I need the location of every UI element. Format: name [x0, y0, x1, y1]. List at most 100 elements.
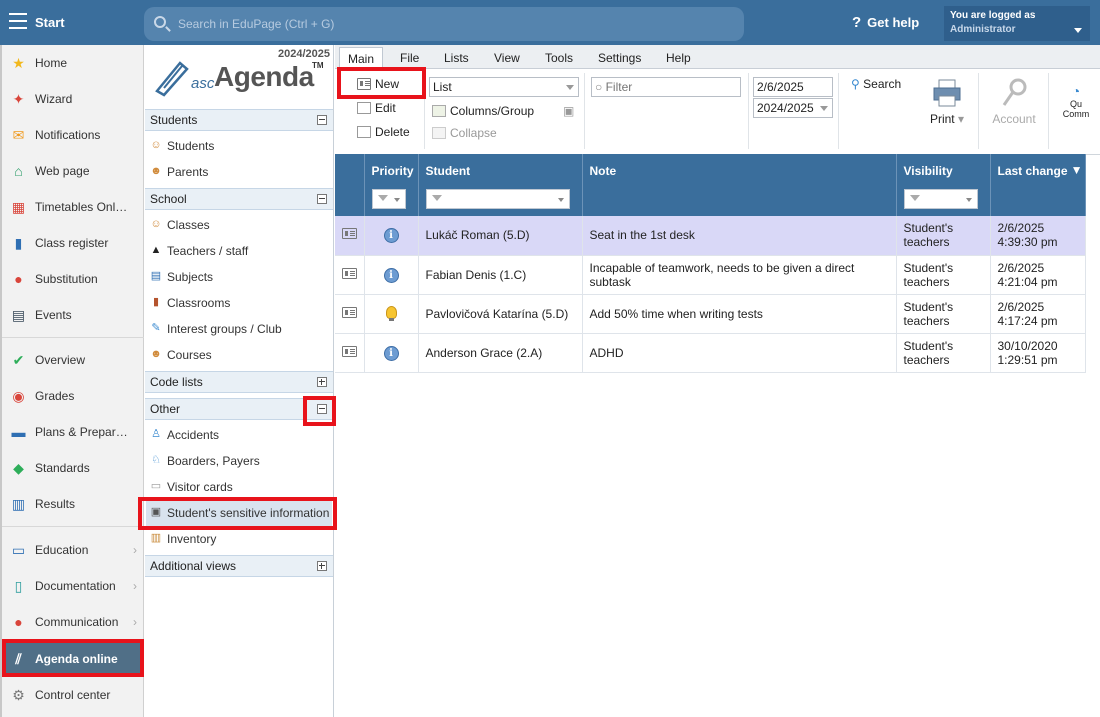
help-button[interactable]: ? Get help	[852, 14, 919, 31]
panel-item-interest-groups[interactable]: ✎ Interest groups / Club	[146, 316, 332, 342]
school-year-select[interactable]: 2024/2025	[753, 98, 833, 118]
panel-item-courses[interactable]: ☻ Courses	[146, 342, 332, 368]
date-field[interactable]: 2/6/2025	[753, 77, 833, 97]
note-cell: Add 50% time when writing tests	[582, 294, 897, 334]
quick-command-button[interactable]: ◔ Qu Comm	[1057, 83, 1095, 119]
column-note-header[interactable]: Note	[582, 154, 897, 216]
columns-group-button[interactable]: Columns/Group	[432, 104, 534, 118]
print-button[interactable]: Print ▾	[925, 77, 969, 126]
inventory-icon: ▥	[150, 532, 162, 544]
filter-box[interactable]: ○	[591, 77, 741, 97]
edit-icon	[357, 102, 371, 114]
panel-item-boarders[interactable]: ♘ Boarders, Payers	[146, 448, 332, 474]
column-visibility-header[interactable]: Visibility	[896, 154, 991, 216]
chevron-down-icon	[1074, 28, 1082, 33]
grades-icon: ◉	[12, 388, 25, 404]
priority-cell: i	[364, 255, 419, 295]
table-row[interactable]: i Anderson Grace (2.A) ADHD Student's tea…	[335, 333, 1086, 373]
nav-item-agenda-online[interactable]: ⫽ Agenda online	[2, 641, 144, 677]
start-title[interactable]: Start	[35, 15, 65, 30]
table-row[interactable]: i Fabian Denis (1.C) Incapable of teamwo…	[335, 255, 1086, 295]
filter-input[interactable]	[605, 80, 731, 94]
nav-item-substitution[interactable]: ● Substitution	[2, 261, 144, 297]
menu-view[interactable]: View	[494, 51, 520, 65]
nav-item-notifications[interactable]: ✉ Notifications	[2, 117, 144, 153]
expand-icon[interactable]	[317, 377, 327, 387]
nav-item-home[interactable]: ★ Home	[2, 45, 144, 81]
nav-item-education[interactable]: ▭ Education ›	[2, 532, 144, 568]
save-view-icon[interactable]: ▣	[563, 104, 574, 118]
panel-item-parents[interactable]: ☻ Parents	[146, 159, 332, 185]
section-school[interactable]: School	[145, 188, 333, 210]
search-button[interactable]: ⚲ Search	[851, 77, 901, 91]
visibility-filter[interactable]	[903, 189, 978, 209]
view-select[interactable]: List	[429, 77, 579, 97]
last-change-cell: 2/6/2025 4:17:24 pm	[990, 294, 1086, 334]
nav-item-results[interactable]: ▥ Results	[2, 486, 144, 522]
info-icon: i	[383, 228, 399, 244]
nav-item-plans[interactable]: ▬ Plans & Prepar…	[2, 414, 144, 450]
student-cell: Anderson Grace (2.A)	[418, 333, 583, 373]
delete-button[interactable]: Delete	[357, 125, 410, 139]
nav-item-timetables[interactable]: ▦ Timetables Onl…	[2, 189, 144, 225]
search-input[interactable]	[178, 15, 718, 33]
section-additional-views[interactable]: Additional views	[145, 555, 333, 577]
left-navigation: ★ Home ✦ Wizard ✉ Notifications ⌂ Web page ▦…	[0, 45, 144, 717]
student-filter[interactable]	[425, 189, 570, 209]
column-priority-header[interactable]: Priority	[364, 154, 419, 216]
nav-item-standards[interactable]: ◆ Standards	[2, 450, 144, 486]
nav-item-overview[interactable]: ✔ Overview	[2, 342, 144, 378]
menu-help[interactable]: Help	[666, 51, 691, 65]
panel-item-students[interactable]: ☺ Students	[146, 133, 332, 159]
collapse-icon[interactable]	[317, 194, 327, 204]
table-row[interactable]: Pavlovičová Katarína (5.D) Add 50% time …	[335, 294, 1086, 334]
global-search[interactable]	[144, 7, 744, 41]
menu-file[interactable]: File	[400, 51, 419, 65]
nav-item-wizard[interactable]: ✦ Wizard	[2, 81, 144, 117]
menu-lists[interactable]: Lists	[444, 51, 469, 65]
user-account-menu[interactable]: You are logged as Administrator	[944, 6, 1090, 41]
collapse-button[interactable]: Collapse	[432, 126, 497, 140]
menu-settings[interactable]: Settings	[598, 51, 641, 65]
nav-item-web-page[interactable]: ⌂ Web page	[2, 153, 144, 189]
priority-filter[interactable]	[371, 189, 406, 209]
expand-icon[interactable]	[317, 561, 327, 571]
chevron-right-icon: ›	[133, 543, 137, 557]
key-icon	[1002, 78, 1027, 106]
panel-item-classes[interactable]: ☺ Classes	[146, 212, 332, 238]
panel-item-inventory[interactable]: ▥ Inventory	[146, 526, 332, 552]
column-student-header[interactable]: Student	[418, 154, 583, 216]
nav-item-class-register[interactable]: ▮ Class register	[2, 225, 144, 261]
panel-item-classrooms[interactable]: ▮ Classrooms	[146, 290, 332, 316]
edit-button[interactable]: Edit	[357, 101, 396, 115]
logged-as-label: You are logged as	[950, 10, 1036, 21]
hamburger-menu-icon[interactable]	[9, 13, 27, 29]
panel-item-visitor-cards[interactable]: ▭ Visitor cards	[146, 474, 332, 500]
nav-divider	[2, 526, 144, 527]
panel-item-teachers[interactable]: ▲ Teachers / staff	[146, 238, 332, 264]
column-last-change-header[interactable]: Last change ▼	[990, 154, 1086, 216]
menu-main[interactable]: Main	[339, 47, 384, 69]
nav-item-grades[interactable]: ◉ Grades	[2, 378, 144, 414]
panel-item-subjects[interactable]: ▤ Subjects	[146, 264, 332, 290]
delete-icon	[357, 126, 371, 138]
chevron-right-icon: ›	[133, 579, 137, 593]
account-button[interactable]: Account	[990, 77, 1038, 126]
dropdown-arrow-icon	[820, 106, 828, 111]
parents-icon: ☻	[150, 165, 162, 177]
section-code-lists[interactable]: Code lists	[145, 371, 333, 393]
section-other[interactable]: Other	[145, 398, 333, 420]
panel-item-sensitive-info[interactable]: ▣ Student's sensitive information	[146, 500, 332, 526]
nav-item-communication[interactable]: ● Communication ›	[2, 604, 144, 640]
new-button[interactable]: New	[357, 77, 399, 91]
collapse-icon[interactable]	[317, 115, 327, 125]
section-students[interactable]: Students	[145, 109, 333, 131]
table-row[interactable]: i Lukáč Roman (5.D) Seat in the 1st desk…	[335, 216, 1086, 256]
collapse-icon[interactable]	[317, 404, 327, 414]
panel-item-accidents[interactable]: ♙ Accidents	[146, 422, 332, 448]
nav-item-documentation[interactable]: ▯ Documentation ›	[2, 568, 144, 604]
nav-item-events[interactable]: ▤ Events	[2, 297, 144, 333]
person-icon: ●	[14, 271, 23, 287]
menu-tools[interactable]: Tools	[545, 51, 573, 65]
nav-item-control-center[interactable]: ⚙ Control center	[2, 677, 144, 713]
